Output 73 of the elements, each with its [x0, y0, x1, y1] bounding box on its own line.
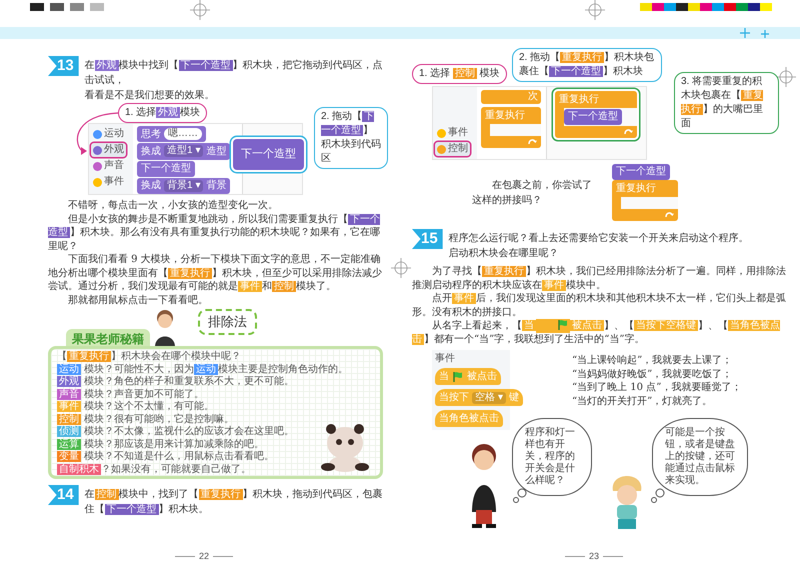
category-item[interactable]: 控制	[435, 142, 470, 156]
block-mouth	[490, 124, 541, 136]
code-block: 下一个造型	[612, 164, 670, 180]
palette-title: 事件	[435, 353, 456, 364]
block-mouth	[621, 197, 678, 209]
tips-text: 声音 模块？声音更加不可能了。	[57, 388, 204, 400]
page-number: 22	[199, 550, 210, 563]
event-block: 当按下 空格 ▾ 键	[435, 389, 523, 406]
block-label: 重复执行	[558, 92, 600, 107]
instruction-text: 启动积木块会在哪里呢？	[448, 246, 560, 261]
tips-text: 事件 模块？这个不太懂，有可能。	[57, 401, 214, 414]
callout: 1. 选择 控制 模块	[412, 64, 507, 84]
step-number-badge: 13	[48, 56, 79, 76]
tips-text: 外观 模块？角色的样子和重复联系不大，更不可能。	[57, 376, 294, 388]
quote-text: “当妈妈做好晚饭”，我就要吃饭了；	[572, 368, 734, 382]
body-paragraph: 从名字上看起来，【 当 被点击 】、【 当按下空格键 】、【 当角色被点击 】都有一个“当”字，我联想到了生活中的“当”字。	[412, 319, 781, 346]
body-paragraph: 那就都用鼠标点击一下看看吧。	[67, 294, 209, 307]
callout: 2. 拖动【 下一个造型 】积木块到代码区	[314, 107, 388, 169]
category-item[interactable]: 事件	[91, 175, 126, 189]
thought-bubble: 程序和灯一样也有开关，程序的开关会是什么样呢？	[512, 418, 592, 496]
registration-mark-icon	[585, 0, 605, 20]
block-label: 重复执行	[615, 182, 657, 196]
thought-dots-icon	[650, 488, 666, 504]
loop-arrow-icon	[526, 136, 538, 147]
tips-text: 运动 模块？可能性不大，因为 运动 模块主要是控制角色动作的。	[57, 364, 348, 376]
registration-mark-icon	[776, 67, 796, 87]
instruction-text: 看看是不是我们想要的效果。	[84, 88, 216, 103]
category-item[interactable]: 运动	[91, 127, 126, 141]
loop-arrow-icon	[663, 209, 675, 220]
teacher-figure-drawing	[153, 309, 177, 347]
event-block: 当 被点击	[435, 368, 501, 386]
quote-text: “当到了晚上 10 点”，我就要睡觉了；	[572, 381, 742, 395]
quote-text: “当上课铃响起”，我就要去上课了；	[572, 354, 734, 368]
block-label: 重复执行	[484, 108, 526, 123]
event-block: 当角色被点击	[435, 410, 503, 428]
callout: 2. 拖动【 重复执行 】积木块包裹住【 下一个造型 】积木块	[512, 48, 662, 82]
step-number-badge: 15	[412, 229, 443, 249]
body-paragraph: 不错呀，每点击一次，小女孩的造型变化一次。	[67, 199, 279, 212]
code-block: 换成 造型1 ▾ 造型	[137, 143, 230, 160]
code-block: 下一个造型	[564, 109, 622, 125]
question-text: 在包裹之前，你尝试了这样的拼接吗？	[472, 178, 592, 208]
callout: 1. 选择 外观 模块	[118, 103, 208, 123]
flag-icon	[557, 319, 569, 332]
body-paragraph: 但是小女孩的舞步是不断重复地跳动，所以我们需要重复执行【 下一个造型 】积木块。那么有没有具有重复执行功能的积木块呢？如果有，它在哪里呢？	[48, 212, 381, 253]
tips-text: 侦测 模块？不太像，监视什么的应该才会在这里吧。	[57, 426, 294, 438]
thought-dots-icon	[512, 488, 528, 504]
sparkle-drawing	[740, 28, 770, 39]
tips-text: 运算 模块？那应该是用来计算加减乘除的吧。	[57, 438, 264, 450]
tips-text: 变量 模块？不知道是什么，用鼠标点击看看吧。	[57, 451, 274, 464]
tips-text: 自制积木 ？如果没有，可能就要自己做了。	[57, 464, 251, 476]
quote-text: “当灯的开关打开”，灯就亮了。	[572, 394, 714, 408]
page-number: 23	[589, 550, 600, 563]
category-item[interactable]: 声音	[91, 159, 126, 173]
registration-mark-icon	[391, 258, 411, 278]
thought-bubble: 可能是一个按钮，或者是键盘上的按键，还可能通过点击鼠标来实现。	[652, 418, 748, 496]
tips-text: 控制 模块？很有可能哟，它是控制嘛。	[57, 414, 234, 426]
code-block: 思考 嗯……	[137, 126, 206, 142]
category-item[interactable]: 外观	[91, 143, 126, 157]
code-block: 换成 背景1 ▾ 背景	[137, 178, 230, 194]
callout: 3. 将需要重复的积木块包裹在【 重复执行 】的大嘴巴里面	[674, 72, 779, 134]
body-paragraph: 下面我们看看 9 大模块，分析一下模块下面文字的意思，不一定能准确地分析出哪个模块里面有【 重复执行 】积木块，但至少可以采用排除法减少尝试。通过分析，我们发现最有可能的就是 事件 和 控制 模块了。	[48, 253, 383, 294]
body-paragraph: 点开 事件 后，我们发现这里面的积木块和其他积木块不太一样，它们头上都是弧形。没有积木的拼接口。	[412, 292, 786, 319]
code-block: 下一个造型	[233, 139, 304, 170]
registration-mark-icon	[190, 0, 210, 20]
body-paragraph: 为了寻找【 重复执行 】积木块，我们已经用排除法分析了一遍。同样，用排除法推测启动程序的积木块应该在 事件 模块中。	[412, 265, 786, 292]
tips-text: 【 重复执行 】积木块会在哪个模块中呢？	[57, 351, 241, 364]
step-number-badge: 14	[48, 485, 79, 505]
category-item[interactable]: 事件	[435, 126, 470, 140]
loop-arrow-icon	[622, 126, 634, 137]
code-block: 下一个造型	[137, 160, 195, 177]
code-block: 次	[481, 90, 541, 104]
instruction-text: 程序怎么运行呢？看上去还需要给它安装一个开关来启动这个程序。	[448, 232, 749, 246]
speech-bubble: 排除法	[198, 309, 257, 334]
